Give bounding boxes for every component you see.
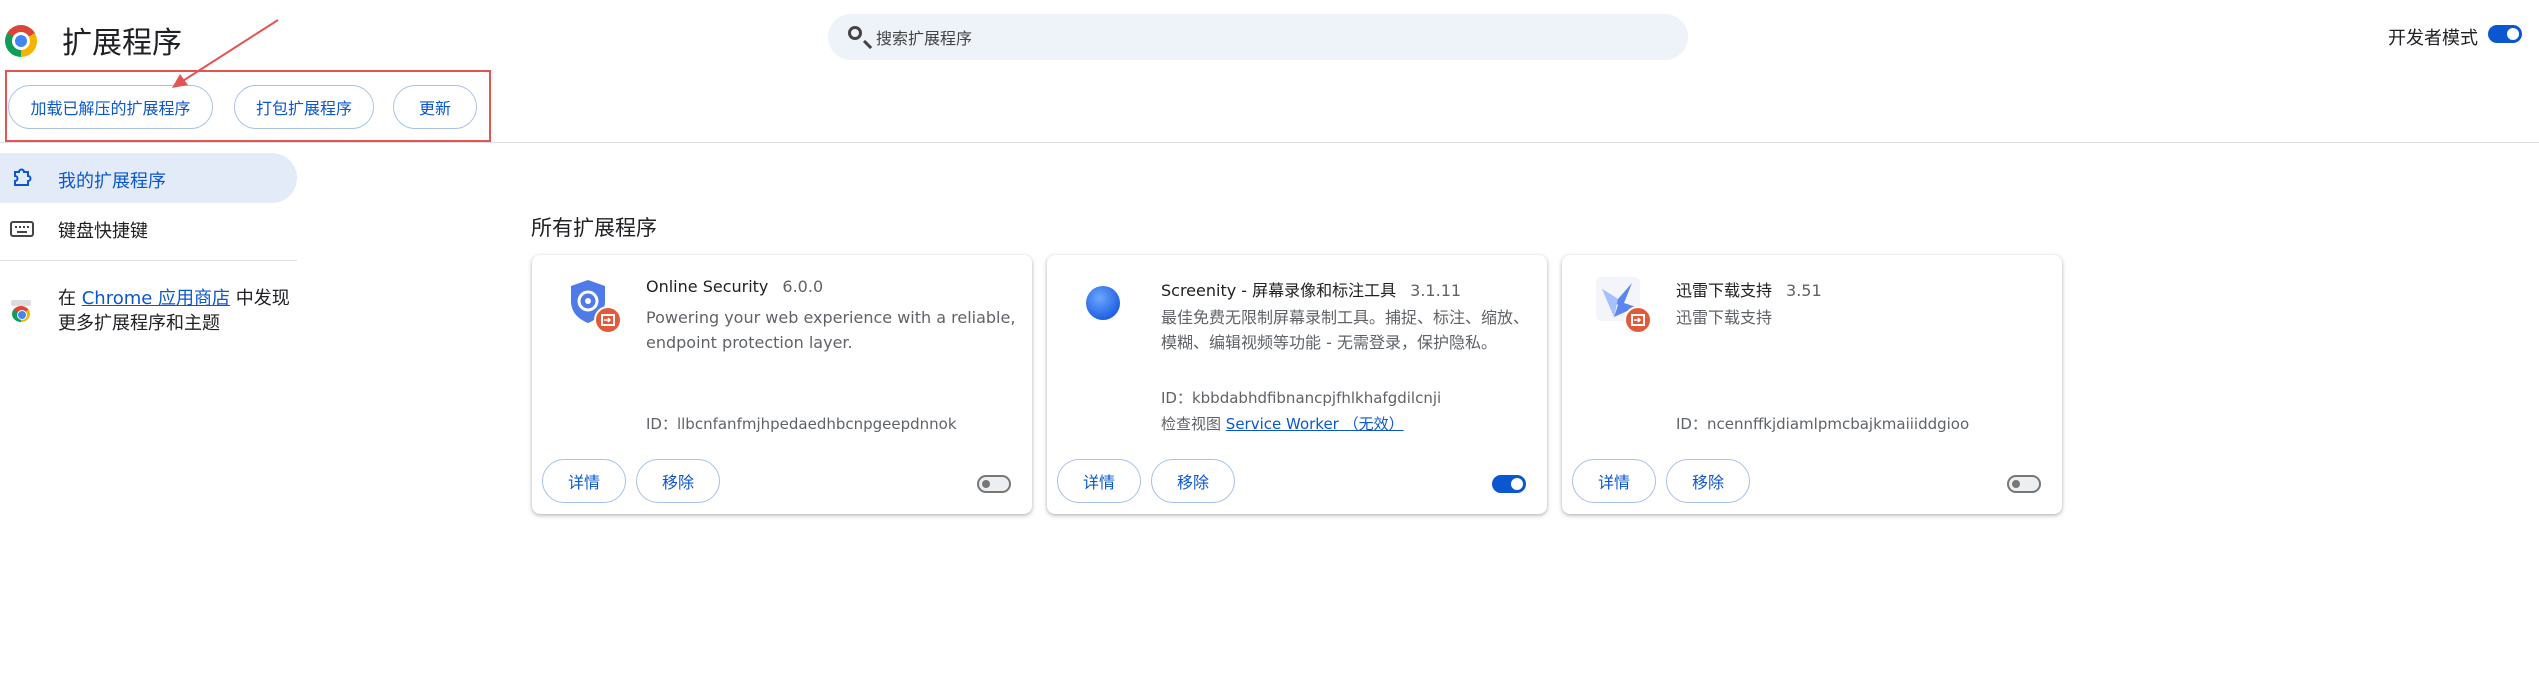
search-bar[interactable]: [828, 14, 1688, 60]
chrome-logo-icon: [5, 25, 37, 57]
extension-version: 3.1.11: [1410, 281, 1462, 300]
extension-name: 迅雷下载支持: [1676, 281, 1773, 300]
extension-card: 迅雷下载支持 3.51 迅雷下载支持 ID：ncennffkjdiamlpmcba…: [1562, 255, 2062, 514]
service-worker-link[interactable]: Service Worker （无效）: [1226, 415, 1404, 433]
sidebar-divider: [0, 260, 297, 261]
inspect-views: 检查视图 Service Worker （无效）: [1161, 415, 1404, 433]
developer-mode-toggle[interactable]: [2488, 25, 2522, 43]
search-input[interactable]: [874, 24, 1668, 52]
header-divider: [0, 142, 2539, 143]
developer-mode-label: 开发者模式: [2388, 28, 2478, 49]
shield-icon: [571, 280, 622, 334]
extension-name: Screenity - 屏幕录像和标注工具: [1161, 281, 1397, 300]
extension-toggle[interactable]: [2007, 475, 2041, 493]
details-button[interactable]: 详情: [542, 459, 626, 503]
extension-card: Online Security 6.0.0 Powering your web e…: [532, 255, 1032, 514]
extension-id: ID：ncennffkjdiamlpmcbajkmaiiiddgioo: [1676, 415, 1970, 433]
extension-card: Screenity - 屏幕录像和标注工具 3.1.11 最佳免费无限制屏幕录制工…: [1047, 255, 1547, 514]
details-button[interactable]: 详情: [1057, 459, 1141, 503]
remove-button[interactable]: 移除: [636, 459, 720, 503]
chrome-web-store-link[interactable]: Chrome 应用商店: [82, 288, 230, 309]
sidebar-item-label: 我的扩展程序: [58, 171, 166, 192]
search-icon: [848, 26, 862, 40]
blue-circle-icon: [1086, 286, 1120, 320]
extension-toggle[interactable]: [977, 475, 1011, 493]
details-button[interactable]: 详情: [1572, 459, 1656, 503]
chrome-web-store-icon: [10, 300, 32, 322]
extension-toggle[interactable]: [1492, 475, 1526, 493]
extension-description: Powering your web experience with a reli…: [646, 308, 1016, 352]
thunder-bird-icon: [1596, 277, 1652, 334]
remove-button[interactable]: 移除: [1151, 459, 1235, 503]
keyboard-icon: [10, 221, 34, 237]
annotation-arrow: [172, 19, 279, 88]
extension-icon: [14, 168, 32, 186]
extension-version: 6.0.0: [782, 277, 824, 296]
extension-version: 3.51: [1786, 281, 1822, 300]
extension-name: Online Security: [646, 277, 769, 296]
remove-button[interactable]: 移除: [1666, 459, 1750, 503]
web-store-promo: 在 Chrome 应用商店 中发现更多扩展程序和主题: [58, 288, 290, 334]
sidebar-item-keyboard-shortcuts[interactable]: 键盘快捷键: [58, 217, 148, 243]
section-title: 所有扩展程序: [531, 216, 657, 240]
extension-description: 迅雷下载支持: [1676, 308, 1773, 327]
extension-id: ID：llbcnfanfmjhpedaedhbcnpgeepdnnok: [646, 415, 957, 433]
extension-id: ID：kbbdabhdfibnancpjfhlkhafgdilcnji: [1161, 389, 1442, 407]
extension-description: 最佳免费无限制屏幕录制工具。捕捉、标注、缩放、模糊、编辑视频等功能 - 无需登录…: [1161, 308, 1530, 352]
